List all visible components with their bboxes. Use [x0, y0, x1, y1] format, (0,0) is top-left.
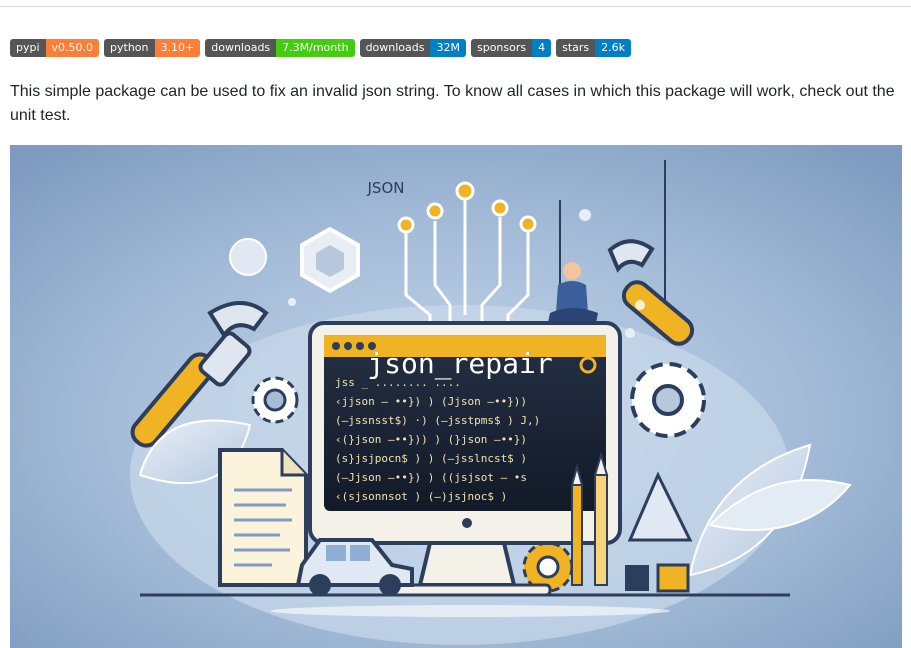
monitor-stand [417, 541, 517, 587]
top-divider [0, 0, 911, 7]
hero-illustration: JSON json_repair jss _ ........ .... ‹jj… [10, 145, 902, 648]
window-dot [332, 342, 340, 350]
total-downloads-badge[interactable]: downloads 32M [359, 39, 466, 57]
code-line: ‹jjson — ••}) ) (Jjson —••})) [335, 395, 527, 408]
package-description: This simple package can be used to fix a… [10, 83, 895, 124]
block-dark [625, 565, 649, 591]
monthly-downloads-badge[interactable]: downloads 7.3M/month [205, 39, 355, 57]
stars-badge[interactable]: stars 2.6k [556, 39, 632, 57]
ground-shadow [270, 605, 670, 617]
floating-sphere [229, 238, 267, 276]
monitor-button [462, 518, 472, 528]
badge-value: 3.10+ [154, 39, 201, 57]
floating-bubble [635, 300, 645, 310]
badge-value: 2.6k [595, 39, 632, 57]
code-line: jss _ ........ .... [335, 376, 461, 389]
badge-row: pypi v0.50.0 python 3.10+ downloads 7.3M… [10, 39, 632, 57]
badge-label: stars [556, 39, 596, 57]
floating-bubble [288, 298, 296, 306]
window-dot [344, 342, 352, 350]
code-line: ‹(sjsonnsot ) (—)jsjnoc$ ) [335, 490, 507, 503]
gear-icon-left [251, 376, 299, 424]
badge-label: pypi [10, 39, 46, 57]
sponsors-badge[interactable]: sponsors 4 [470, 39, 552, 57]
document-icon [218, 448, 308, 587]
json-top-label: JSON [367, 179, 405, 197]
block-yellow [656, 563, 690, 593]
badge-value: 32M [430, 39, 466, 57]
badge-label: sponsors [470, 39, 533, 57]
badge-label: python [104, 39, 155, 57]
code-line: (s}jsjpocn$ ) ) (—jsslncst$ ) [335, 452, 527, 465]
floating-bubble [625, 328, 635, 338]
python-version-badge[interactable]: python 3.10+ [104, 39, 201, 57]
code-line: (—jssnsst$) ·) (—jsstpms$ ) J,) [335, 414, 540, 427]
hero-svg: JSON json_repair jss _ ........ .... ‹jj… [10, 145, 902, 648]
floating-bubble [579, 209, 591, 221]
badge-value: 7.3M/month [276, 39, 355, 57]
badge-value: 4 [532, 39, 552, 57]
badge-value: v0.50.0 [45, 39, 100, 57]
gear-icon-right [630, 362, 706, 438]
window-dot [356, 342, 364, 350]
badge-label: downloads [359, 39, 431, 57]
code-lines: jss _ ........ .... ‹jjson — ••}) ) (Jjs… [335, 376, 540, 503]
code-line: ‹(}json —••})) ) (}json —••}) [335, 433, 527, 446]
code-line: (—Jjson —••}) ) ((jsjsot — •s [335, 471, 527, 484]
badge-label: downloads [205, 39, 277, 57]
pypi-version-badge[interactable]: pypi v0.50.0 [10, 39, 100, 57]
